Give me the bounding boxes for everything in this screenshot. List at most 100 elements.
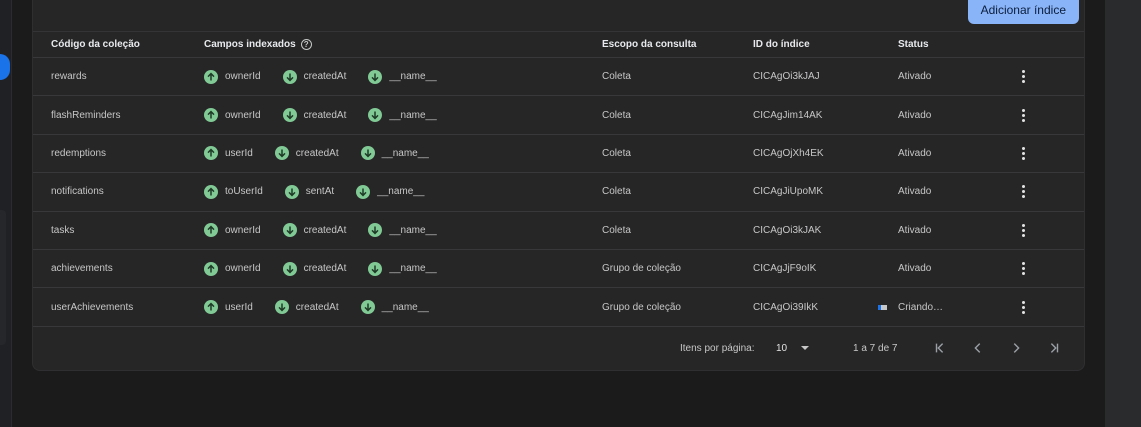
arrow-down-icon (368, 108, 383, 123)
table-row: flashReminders ownerId createdAt __name__ Co… (33, 96, 1084, 135)
indexed-field: createdAt (282, 261, 347, 276)
indexed-field: ownerId (204, 69, 261, 84)
indexed-fields: ownerId createdAt __name__ (204, 212, 459, 249)
first-page-button[interactable] (929, 338, 951, 358)
indexed-field: sentAt (284, 184, 334, 199)
indexed-fields: userId createdAt __name__ (204, 135, 451, 172)
status-text: Ativado (898, 71, 932, 83)
field-name: ownerId (225, 224, 261, 236)
card-toolbar: Adicionar índice (33, 0, 1084, 32)
more-vert-icon (1021, 262, 1025, 276)
index-id: CICAgJiUpoMK (753, 186, 824, 198)
field-name: createdAt (303, 224, 347, 236)
arrow-down-icon (368, 223, 383, 238)
arrow-up-icon (204, 146, 218, 161)
table-row: achievements ownerId createdAt __name__ Grup… (33, 250, 1084, 289)
arrow-down-icon (282, 69, 297, 84)
page: Adicionar índice Código da coleção Campo… (0, 0, 1141, 427)
collection-id: redemptions (51, 147, 107, 159)
indexed-field: createdAt (274, 300, 339, 315)
field-name: createdAt (303, 71, 347, 83)
header-fields-label: Campos indexados (204, 39, 296, 50)
row-menu-button[interactable] (1013, 212, 1033, 249)
collection-id: achievements (51, 263, 113, 275)
row-menu-button[interactable] (1013, 288, 1033, 325)
indexed-field: createdAt (282, 108, 346, 123)
header-collection[interactable]: Código da coleção (51, 32, 140, 57)
indexed-fields: toUserId sentAt __name__ (204, 173, 446, 210)
indexed-field: createdAt (282, 223, 347, 238)
table-header: Código da coleção Campos indexados ? Esc… (33, 32, 1084, 58)
help-icon[interactable]: ? (300, 39, 312, 50)
indexed-field: userId (204, 300, 253, 315)
header-fields: Campos indexados ? (204, 32, 312, 57)
field-name: ownerId (225, 109, 261, 121)
indexed-field: __name__ (360, 146, 429, 161)
indexed-field: ownerId (204, 108, 261, 123)
indexed-field: __name__ (356, 184, 425, 199)
row-menu-button[interactable] (1013, 96, 1033, 133)
indexed-field: createdAt (274, 146, 339, 161)
arrow-down-icon (368, 69, 383, 84)
field-name: __name__ (377, 186, 425, 198)
indexed-field: createdAt (282, 69, 347, 84)
arrow-down-icon (282, 108, 297, 123)
nav-panel-edge (0, 210, 6, 345)
index-id: CICAgOi3kJAJ (753, 71, 820, 83)
field-name: createdAt (295, 301, 339, 313)
query-scope: Coleta (602, 71, 631, 83)
last-page-icon (1050, 343, 1059, 353)
indexed-field: __name__ (368, 108, 437, 123)
field-name: __name__ (381, 301, 429, 313)
indexed-field: ownerId (204, 223, 261, 238)
arrow-down-icon (356, 184, 371, 199)
more-vert-icon (1021, 300, 1025, 314)
row-menu-button[interactable] (1013, 135, 1033, 172)
add-index-button[interactable]: Adicionar índice (967, 0, 1079, 24)
chevron-right-icon (1013, 343, 1020, 353)
previous-page-button[interactable] (967, 338, 989, 358)
indexed-fields: ownerId createdAt __name__ (204, 58, 459, 95)
query-scope: Coleta (602, 224, 631, 236)
status-text: Ativado (898, 186, 932, 198)
more-vert-icon (1021, 146, 1025, 160)
last-page-button[interactable] (1043, 338, 1065, 358)
row-menu-button[interactable] (1013, 173, 1033, 210)
index-id: CICAgJim14AK (753, 109, 823, 121)
first-page-icon (935, 343, 944, 353)
field-name: __name__ (389, 263, 437, 275)
arrow-up-icon (204, 69, 218, 84)
nav-active-indicator[interactable] (0, 54, 10, 80)
row-menu-button[interactable] (1013, 250, 1033, 287)
query-scope: Coleta (602, 186, 631, 198)
right-scrollbar-track[interactable] (1105, 0, 1141, 427)
chevron-down-icon (801, 346, 810, 350)
arrow-down-icon (368, 261, 383, 276)
status-text: Ativado (898, 224, 932, 236)
field-name: __name__ (389, 71, 437, 83)
indexes-card: Adicionar índice Código da coleção Campo… (32, 0, 1085, 371)
indexed-field: __name__ (368, 223, 437, 238)
row-menu-button[interactable] (1013, 58, 1033, 95)
page-size-select[interactable]: 10 (776, 338, 816, 358)
index-id: CICAgOi39IkK (753, 301, 819, 313)
index-id: CICAgOi3kJAK (753, 224, 822, 236)
arrow-up-icon (204, 108, 218, 123)
field-name: createdAt (295, 147, 339, 159)
collection-id: userAchievements (51, 301, 134, 313)
status-text: Ativado (898, 109, 932, 121)
indexed-field: ownerId (204, 261, 261, 276)
collection-id: tasks (51, 224, 75, 236)
more-vert-icon (1021, 223, 1025, 237)
page-range: 1 a 7 de 7 (853, 343, 898, 354)
arrow-down-icon (284, 184, 299, 199)
collection-id: notifications (51, 186, 104, 198)
indexed-fields: ownerId createdAt __name__ (204, 96, 459, 133)
indexed-field: __name__ (360, 300, 429, 315)
header-scope: Escopo da consulta (602, 39, 697, 50)
field-name: createdAt (303, 263, 347, 275)
arrow-down-icon (282, 223, 297, 238)
table-row: userAchievements userId createdAt __name__ G… (33, 288, 1084, 327)
collection-id: flashReminders (51, 109, 121, 121)
next-page-button[interactable] (1005, 338, 1027, 358)
